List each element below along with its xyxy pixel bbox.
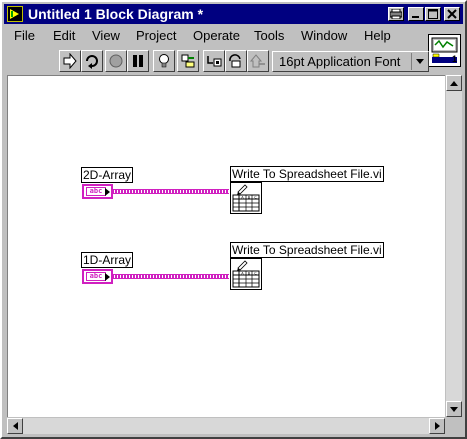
write-to-spreadsheet-subvi[interactable]: A B C [230,182,262,214]
run-button[interactable] [59,50,81,72]
text-settings-ring[interactable]: 16pt Application Font [272,51,429,72]
print-button[interactable] [388,7,404,21]
run-continuously-button[interactable] [81,50,103,72]
array-constant-label[interactable]: 1D-Array [81,252,134,268]
block-diagram-window: Untitled 1 Block Diagram * File Edit Vie… [0,0,467,439]
block-diagram-canvas[interactable]: 2D-Array abc Write To Spreadsheet File.v… [7,75,445,417]
step-out-button[interactable] [247,50,269,72]
subvi-label[interactable]: Write To Spreadsheet File.vi [230,166,384,182]
scroll-up-button[interactable] [446,75,462,91]
highlight-execution-icon [159,54,169,68]
labview-app-icon[interactable] [7,6,23,22]
close-icon [447,9,457,19]
highlight-execution-button[interactable] [153,50,175,72]
scroll-right-button[interactable] [429,418,445,434]
horizontal-scrollbar[interactable] [7,418,445,434]
toolbar: 16pt Application Font [2,48,432,74]
write-to-spreadsheet-subvi[interactable]: A B C [230,258,262,290]
printer-icon [390,9,402,19]
step-into-button[interactable] [203,50,225,72]
retain-wire-values-button[interactable] [177,50,199,72]
run-continuously-icon [86,55,98,69]
minimize-icon [412,16,419,18]
abort-icon [109,54,123,68]
chevron-down-icon[interactable] [411,53,427,70]
scroll-down-button[interactable] [446,401,462,417]
title-bar[interactable]: Untitled 1 Block Diagram * [4,4,463,24]
string-constant-text: abc [86,187,106,196]
close-button[interactable] [444,7,460,21]
spreadsheet-file-icon: A B C [232,260,260,288]
scroll-left-button[interactable] [7,418,23,434]
menu-help[interactable]: Help [364,28,391,44]
arrow-down-icon [450,406,458,412]
pause-icon [133,55,143,67]
window-title: Untitled 1 Block Diagram * [28,6,204,22]
arrow-left-icon [12,422,18,430]
string-constant-2d-array[interactable]: abc [82,184,113,199]
maximize-button[interactable] [425,7,441,21]
menu-edit[interactable]: Edit [53,28,75,44]
array-constant-label[interactable]: 2D-Array [81,167,134,183]
scrollbar-corner [446,418,462,434]
menu-window[interactable]: Window [301,28,347,44]
maximize-icon [428,9,438,19]
menu-view[interactable]: View [92,28,120,44]
retain-wire-values-icon [181,54,195,68]
vertical-scrollbar[interactable] [446,75,462,417]
minimize-button[interactable] [408,7,424,21]
string-constant-1d-array[interactable]: abc [82,269,113,284]
menu-file[interactable]: File [14,28,35,44]
step-over-button[interactable] [225,50,247,72]
run-arrow-icon [63,53,77,69]
abort-button[interactable] [105,50,127,72]
output-terminal-arrow-icon [105,188,110,196]
menu-bar: File Edit View Project Operate Tools Win… [4,26,424,46]
subvi-label[interactable]: Write To Spreadsheet File.vi [230,242,384,258]
menu-tools[interactable]: Tools [254,28,284,44]
arrow-up-icon [450,80,458,86]
step-into-icon [207,56,222,67]
step-over-icon [229,54,241,68]
arrow-right-icon [434,422,440,430]
output-terminal-arrow-icon [105,273,110,281]
string-wire[interactable] [112,274,229,279]
spreadsheet-file-icon: A B C [232,184,260,212]
font-setting-label: 16pt Application Font [279,54,401,69]
vi-icon-number: 1 [451,54,457,64]
vi-connector-icon[interactable]: 1 [428,34,461,67]
pause-button[interactable] [127,50,149,72]
menu-project[interactable]: Project [136,28,176,44]
menu-operate[interactable]: Operate [193,28,240,44]
string-wire[interactable] [112,189,229,194]
step-out-icon [250,54,265,68]
string-constant-text: abc [86,272,106,281]
